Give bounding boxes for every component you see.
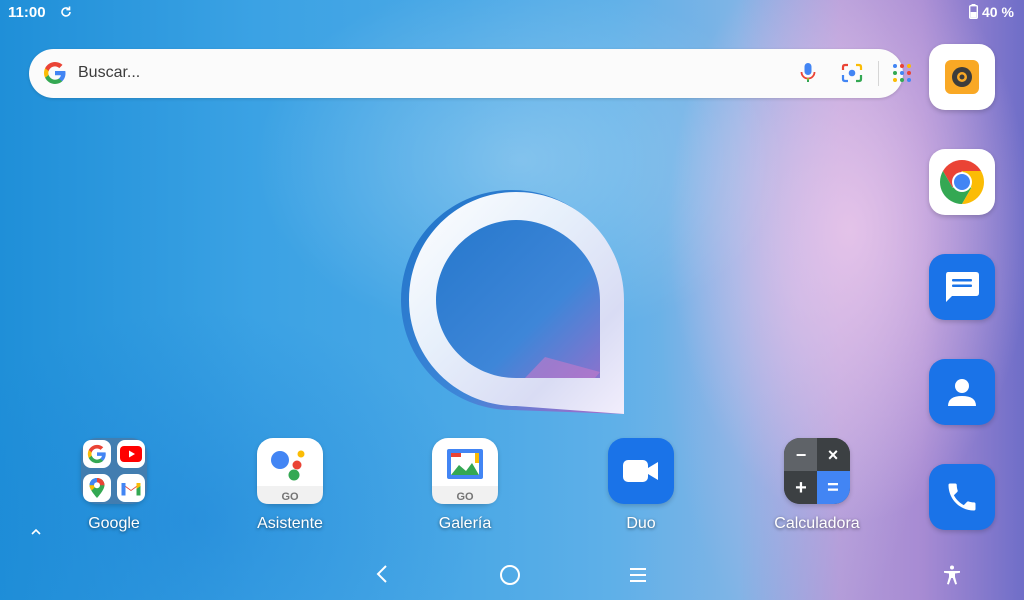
camera-icon [945, 60, 979, 94]
gmail-icon [117, 474, 145, 502]
app-calculator[interactable]: − × + = Calculadora [757, 438, 877, 548]
contacts-icon [948, 379, 976, 406]
app-label: Asistente [257, 515, 323, 532]
minus-symbol: − [796, 445, 807, 465]
battery-level: 40 % [982, 4, 1014, 20]
app-label: Google [88, 515, 140, 532]
phone-icon [948, 483, 976, 511]
app-drawer-caret-icon[interactable] [29, 527, 43, 537]
recents-icon[interactable] [627, 565, 649, 585]
dock-messages[interactable] [929, 254, 995, 320]
equals-symbol: = [827, 477, 839, 499]
accessibility-icon[interactable] [940, 563, 964, 587]
go-badge: GO [281, 491, 299, 503]
app-label: Duo [626, 515, 656, 532]
dock-camera[interactable] [929, 44, 995, 110]
home-icon[interactable] [498, 563, 522, 587]
youtube-icon [117, 440, 145, 468]
app-duo[interactable]: Duo [581, 438, 701, 548]
messages-icon [946, 272, 979, 302]
search-input[interactable]: Buscar... [78, 64, 140, 82]
calculator-icon[interactable]: − × + = [784, 438, 850, 504]
google-g-icon [44, 62, 66, 84]
status-bar: 11:00 40 % [0, 0, 1024, 24]
google-icon [83, 440, 111, 468]
dock-phone[interactable] [929, 464, 995, 530]
search-bar[interactable]: Buscar... [29, 49, 911, 98]
go-badge: GO [456, 491, 474, 503]
maps-icon [83, 474, 111, 502]
app-gallery[interactable]: GO Galería [405, 438, 525, 548]
app-google-folder[interactable]: Google [54, 438, 174, 548]
plus-symbol: + [795, 477, 807, 499]
sync-icon [61, 6, 71, 17]
assistant-go-icon[interactable]: GO [257, 438, 323, 504]
app-label: Galería [438, 515, 492, 532]
lens-icon[interactable] [840, 62, 864, 84]
apps-grid-icon[interactable] [891, 62, 913, 84]
duo-icon[interactable] [608, 438, 674, 504]
status-time: 11:00 [8, 4, 46, 21]
gallery-go-icon[interactable]: GO [432, 438, 498, 504]
mic-icon[interactable] [798, 61, 818, 85]
search-divider [878, 61, 879, 86]
chrome-icon [940, 160, 984, 204]
times-symbol: × [828, 445, 839, 465]
google-folder-icon[interactable] [81, 438, 147, 504]
battery-icon [969, 4, 978, 19]
dock-chrome[interactable] [929, 149, 995, 215]
app-assistant[interactable]: GO Asistente [230, 438, 350, 548]
dock-contacts[interactable] [929, 359, 995, 425]
wallpaper-logo [401, 190, 624, 414]
back-icon[interactable] [372, 562, 392, 586]
app-label: Calculadora [774, 515, 860, 532]
